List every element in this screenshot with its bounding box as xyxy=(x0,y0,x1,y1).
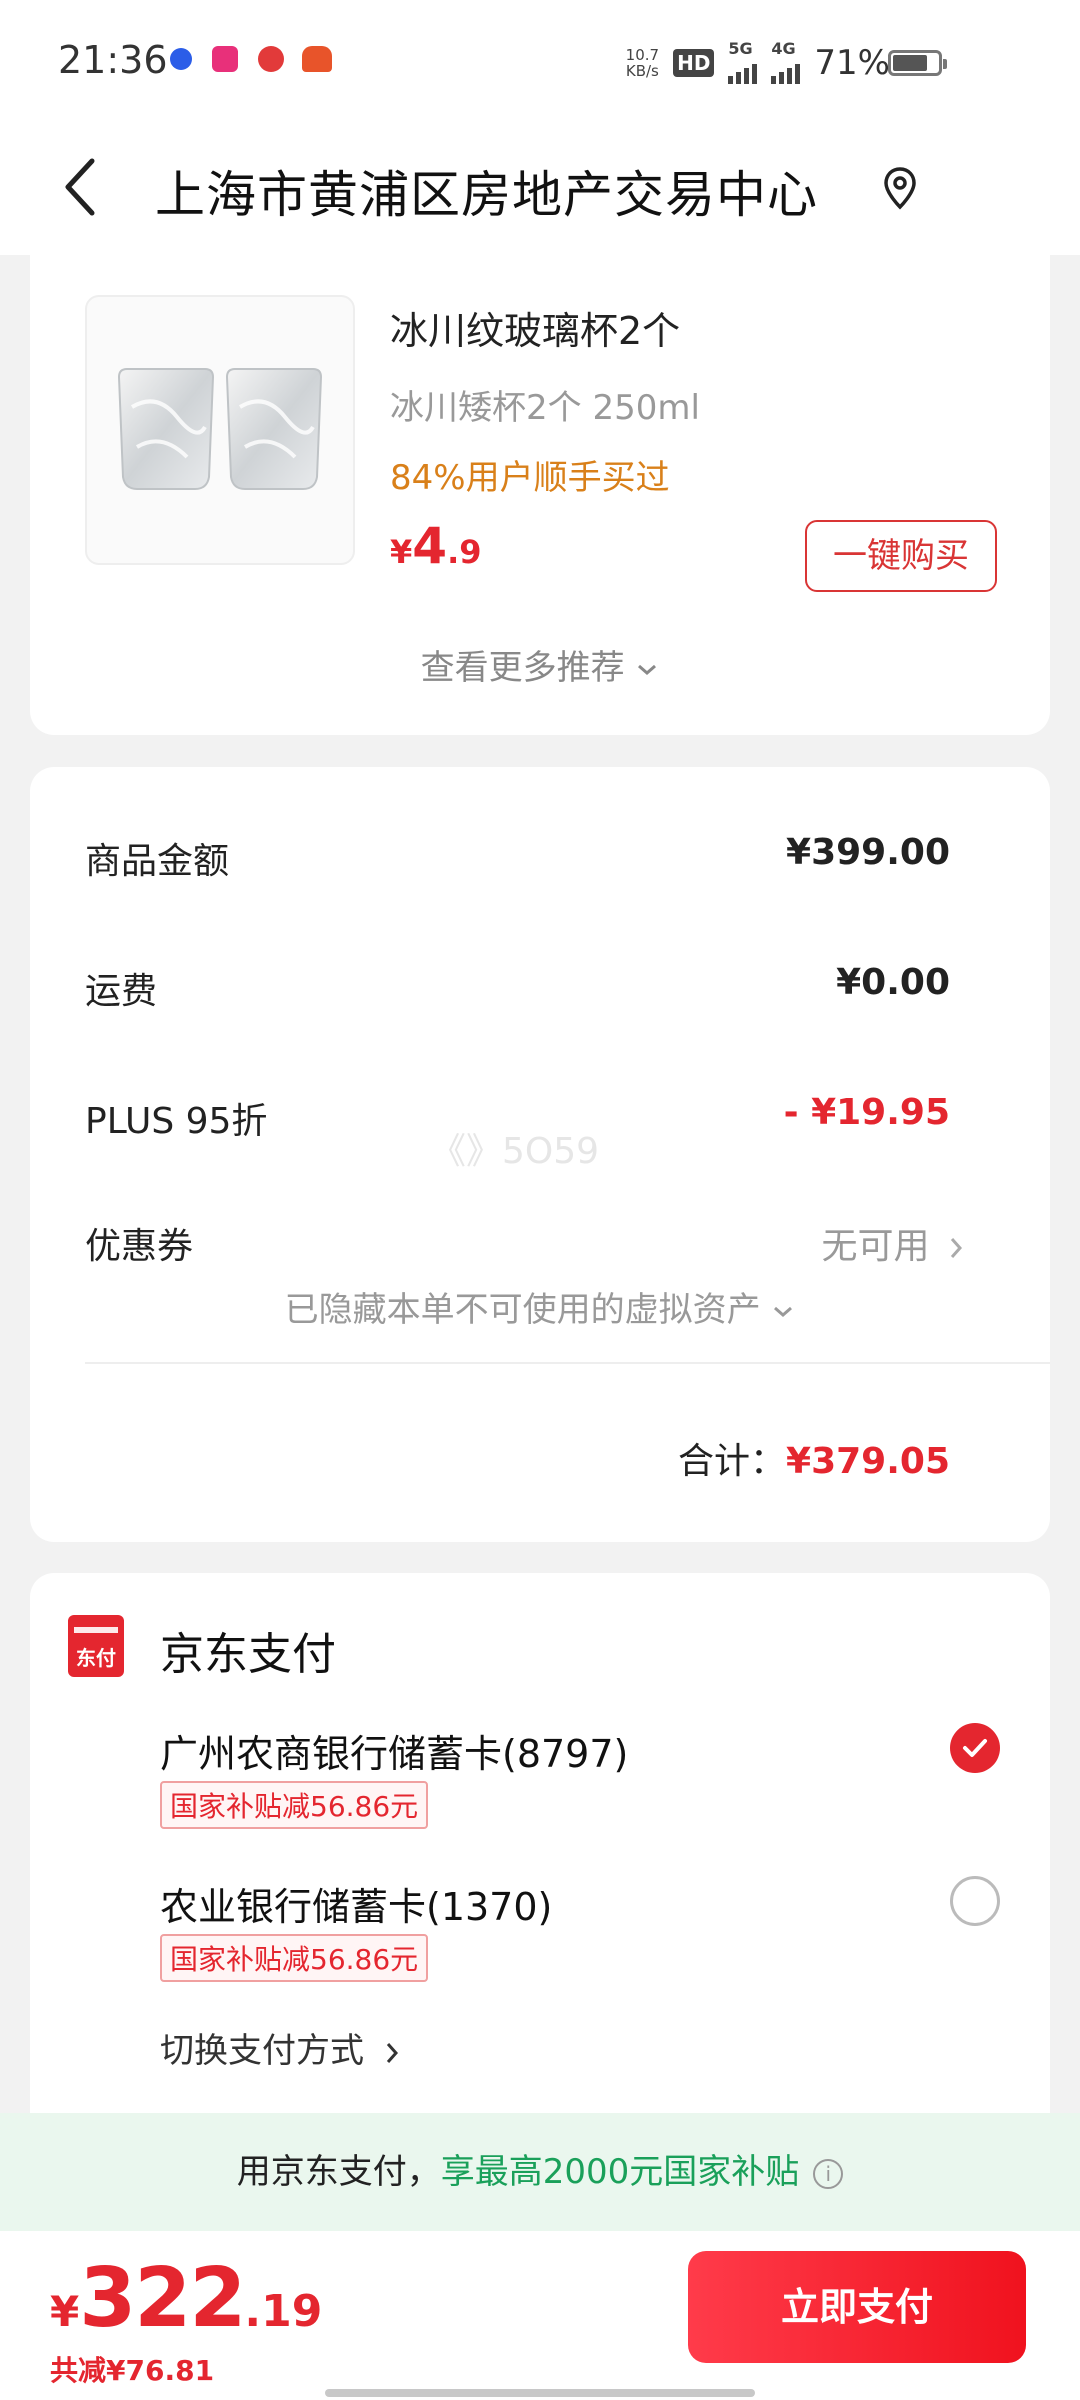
payment-title: 京东支付 xyxy=(160,1629,336,1680)
divider xyxy=(85,1362,1050,1364)
signal-4g-icon: 4G xyxy=(771,41,801,84)
more-recommendations-label: 查看更多推荐 xyxy=(420,648,625,688)
chevron-down-icon xyxy=(638,664,657,675)
total-saving: 共减¥76.81 xyxy=(50,2354,215,2387)
hidden-assets-label: 已隐藏本单不可使用的虚拟资产 xyxy=(284,1290,761,1330)
jd-pay-icon: 东付 xyxy=(68,1615,124,1677)
chevron-right-icon xyxy=(950,1238,963,1258)
hd-icon: HD xyxy=(673,49,715,77)
shipping-value: ¥0.00 xyxy=(836,962,950,1003)
product-hint: 84%用户顺手买过 xyxy=(390,458,670,498)
product-name[interactable]: 冰川纹玻璃杯2个 xyxy=(390,300,680,355)
payable-amount: ¥322.19 xyxy=(50,2251,323,2346)
battery-icon xyxy=(888,50,947,76)
radio-checked[interactable] xyxy=(950,1723,1000,1773)
location-pin-icon[interactable] xyxy=(882,165,918,211)
top-nav: 上海市黄浦区房地产交易中心 xyxy=(0,125,1080,255)
product-image[interactable] xyxy=(85,295,355,565)
checkout-footer: ¥322.19 共减¥76.81 立即支付 xyxy=(0,2231,1080,2400)
pay-now-button[interactable]: 立即支付 xyxy=(688,2251,1026,2363)
summary-row-goods: 商品金额 ¥399.00 xyxy=(85,832,950,892)
baidu-app-icon xyxy=(170,48,192,70)
game-app-icon xyxy=(302,46,332,72)
signal-5g-icon: 5G xyxy=(728,41,758,84)
network-speed: 10.7 KB/s xyxy=(625,46,660,80)
order-total: 合计：¥379.05 xyxy=(678,1432,950,1484)
product-price: ¥4.9 xyxy=(390,517,482,575)
subsidy-badge: 国家补贴减56.86元 xyxy=(160,1781,429,1829)
one-click-buy-button[interactable]: 一键购买 xyxy=(805,520,997,592)
total-value: ¥379.05 xyxy=(786,1441,950,1482)
promo-text-a: 用京东支付， xyxy=(236,2152,441,2192)
subsidy-promo-banner[interactable]: 用京东支付，享最高2000元国家补贴 i xyxy=(0,2113,1080,2231)
info-icon[interactable]: i xyxy=(813,2158,844,2189)
recommendation-card: 冰川纹玻璃杯2个 冰川矮杯2个 250ml 84%用户顺手买过 ¥4.9 一键购… xyxy=(30,255,1050,735)
chevron-down-icon xyxy=(774,1306,793,1317)
chevron-left-icon xyxy=(65,158,95,216)
shipping-label: 运费 xyxy=(85,971,158,1012)
switch-payment-method[interactable]: 切换支付方式 xyxy=(160,2023,401,2072)
shopping-app-icon xyxy=(212,46,238,72)
plus-discount-value: - ¥19.95 xyxy=(783,1092,950,1133)
payment-card: 东付 京东支付 广州农商银行储蓄卡(8797) 国家补贴减56.86元 农业银行… xyxy=(30,1573,1050,2113)
page-title: 上海市黄浦区房地产交易中心 xyxy=(155,166,818,224)
payment-option-name: 广州农商银行储蓄卡(8797) xyxy=(160,1732,629,1776)
chevron-right-icon xyxy=(386,2042,398,2063)
back-button[interactable] xyxy=(60,155,120,225)
status-bar: 21:36 10.7 KB/s HD 5G 4G 71% xyxy=(0,0,1080,125)
deal-app-icon xyxy=(258,46,284,72)
payment-option-name: 农业银行储蓄卡(1370) xyxy=(160,1885,553,1929)
total-label: 合计： xyxy=(678,1441,787,1482)
promo-text-b: 享最高2000元国家补贴 xyxy=(440,2152,800,2192)
status-time: 21:36 xyxy=(58,38,168,82)
radio-unchecked[interactable] xyxy=(950,1876,1000,1926)
product-spec: 冰川矮杯2个 250ml xyxy=(390,388,700,428)
goods-amount-value: ¥399.00 xyxy=(786,832,950,873)
order-summary-card: 商品金额 ¥399.00 运费 ¥0.00 PLUS 95折 - ¥19.95 … xyxy=(30,767,1050,1542)
summary-row-shipping: 运费 ¥0.00 xyxy=(85,962,950,1022)
payment-option-gzrcb[interactable]: 广州农商银行储蓄卡(8797) 国家补贴减56.86元 xyxy=(160,1723,1010,1833)
battery-percent: 71% xyxy=(814,43,890,83)
watermark: 《》5O59 xyxy=(430,1131,600,1172)
coupon-label: 优惠券 xyxy=(85,1226,194,1267)
coupon-value: 无可用 xyxy=(822,1217,965,1269)
checkmark-icon xyxy=(963,1739,987,1757)
more-recommendations-link[interactable]: 查看更多推荐 xyxy=(30,640,1050,689)
goods-amount-label: 商品金额 xyxy=(85,841,230,882)
switch-payment-label: 切换支付方式 xyxy=(160,2031,364,2071)
hidden-assets-toggle[interactable]: 已隐藏本单不可使用的虚拟资产 xyxy=(30,1282,1050,1331)
subsidy-badge: 国家补贴减56.86元 xyxy=(160,1934,429,1982)
summary-row-coupon[interactable]: 优惠券 无可用 xyxy=(85,1217,963,1277)
payment-option-abc[interactable]: 农业银行储蓄卡(1370) 国家补贴减56.86元 xyxy=(160,1876,1010,1986)
home-indicator[interactable] xyxy=(325,2389,755,2397)
glass-cups-image xyxy=(117,368,323,490)
plus-discount-label: PLUS 95折 xyxy=(85,1101,268,1142)
